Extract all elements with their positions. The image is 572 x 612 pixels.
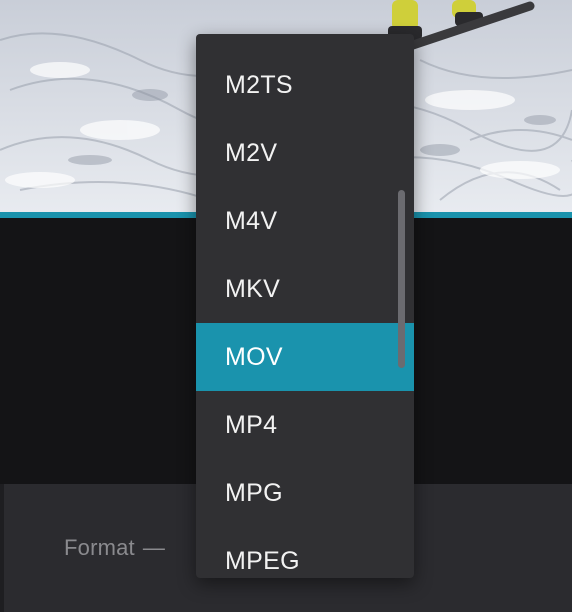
format-option-m4v[interactable]: M4V <box>196 187 414 255</box>
format-option-mpg[interactable]: MPG <box>196 459 414 527</box>
format-dropdown[interactable]: M2TS M2V M4V MKV MOV MP4 MPG MPEG <box>196 34 414 578</box>
format-option-mp4[interactable]: MP4 <box>196 391 414 459</box>
format-option-mov[interactable]: MOV <box>196 323 414 391</box>
format-option-mkv[interactable]: MKV <box>196 255 414 323</box>
format-options-list: M2TS M2V M4V MKV MOV MP4 MPG MPEG <box>196 51 414 578</box>
format-separator: — <box>142 535 166 560</box>
format-option-m2v[interactable]: M2V <box>196 119 414 187</box>
format-option-m2ts[interactable]: M2TS <box>196 51 414 119</box>
format-option-mpeg[interactable]: MPEG <box>196 527 414 578</box>
panel-divider <box>0 484 4 612</box>
dropdown-scrollbar[interactable] <box>398 190 405 368</box>
format-label: Format — <box>64 535 165 561</box>
format-label-text: Format <box>64 535 135 560</box>
converter-window: Format — M2TS M2V M4V MKV MOV MP4 MPG MPE… <box>0 0 572 612</box>
